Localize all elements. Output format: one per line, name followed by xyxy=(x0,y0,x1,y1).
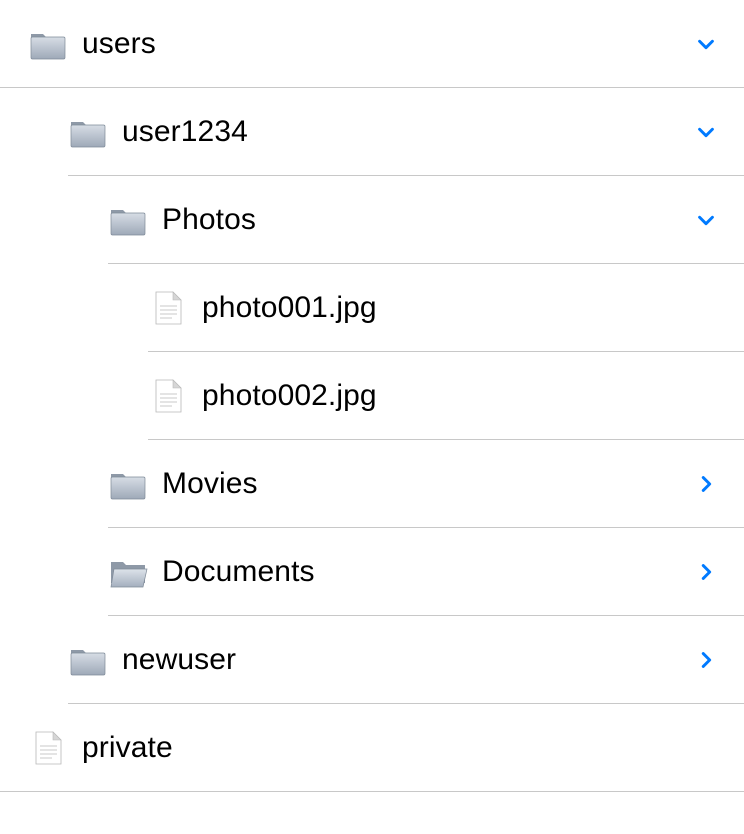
file-label: photo002.jpg xyxy=(202,379,720,413)
folder-row-photos[interactable]: Photos xyxy=(0,176,744,264)
folder-row-users[interactable]: users xyxy=(0,0,744,88)
folder-icon xyxy=(68,112,108,152)
folder-icon xyxy=(108,464,148,504)
file-row-photo002[interactable]: photo002.jpg xyxy=(0,352,744,440)
folder-label: Photos xyxy=(162,203,692,237)
chevron-right-icon[interactable] xyxy=(692,646,720,674)
file-tree: users user1234 Photos xyxy=(0,0,744,792)
file-row-private[interactable]: private xyxy=(0,704,744,792)
folder-icon xyxy=(68,640,108,680)
folder-label: newuser xyxy=(122,643,692,677)
file-icon xyxy=(148,288,188,328)
file-label: private xyxy=(82,731,720,765)
folder-icon xyxy=(108,200,148,240)
folder-label: user1234 xyxy=(122,115,692,149)
file-icon xyxy=(148,376,188,416)
folder-row-documents[interactable]: Documents xyxy=(0,528,744,616)
chevron-right-icon[interactable] xyxy=(692,558,720,586)
folder-row-newuser[interactable]: newuser xyxy=(0,616,744,704)
folder-row-movies[interactable]: Movies xyxy=(0,440,744,528)
folder-label: users xyxy=(82,27,692,61)
file-label: photo001.jpg xyxy=(202,291,720,325)
file-icon xyxy=(28,728,68,768)
folder-label: Documents xyxy=(162,555,692,589)
chevron-right-icon[interactable] xyxy=(692,470,720,498)
chevron-down-icon[interactable] xyxy=(692,118,720,146)
file-row-photo001[interactable]: photo001.jpg xyxy=(0,264,744,352)
folder-icon xyxy=(28,24,68,64)
chevron-down-icon[interactable] xyxy=(692,30,720,58)
chevron-down-icon[interactable] xyxy=(692,206,720,234)
folder-row-user1234[interactable]: user1234 xyxy=(0,88,744,176)
folder-label: Movies xyxy=(162,467,692,501)
folder-open-icon xyxy=(108,552,148,592)
